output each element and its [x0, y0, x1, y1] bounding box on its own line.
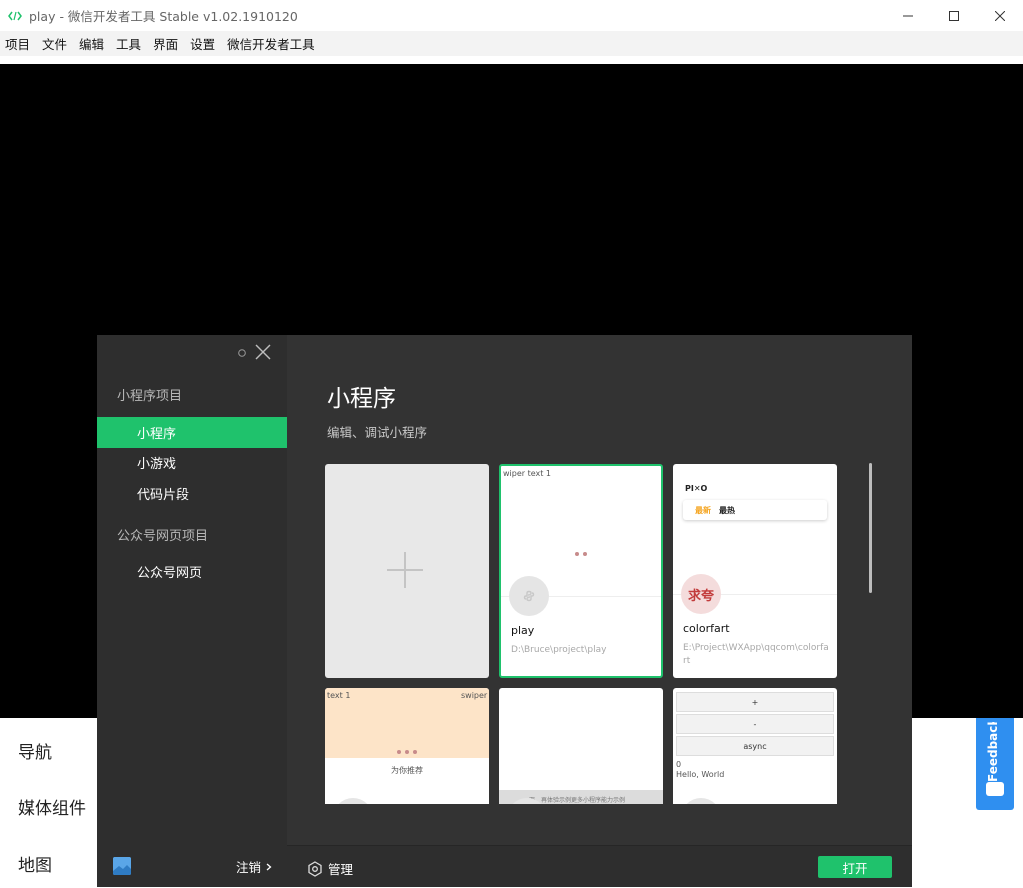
preview-button-label: - [753, 719, 757, 729]
chevron-right-icon [266, 863, 272, 870]
preview-button-label: async [743, 741, 767, 751]
menu-devtools[interactable]: 微信开发者工具 [226, 34, 316, 53]
sidebar-item-label: 公众号网页 [137, 566, 203, 581]
manage-label: 管理 [328, 862, 354, 877]
preview-logo: PI✕O [685, 484, 708, 493]
preview-minus-button: - [676, 714, 834, 734]
logout-button[interactable]: 注销 [236, 857, 274, 876]
sidebar-item-label: 小程序 [137, 427, 177, 442]
sim-item-navigation[interactable]: 导航 [18, 738, 52, 763]
dialog-main: 小程序 编辑、调试小程序 wiper text 1 play D:\Bruce\… [287, 335, 912, 887]
window-controls [885, 0, 1023, 31]
preview-hello: Hello, World [676, 770, 725, 779]
sidebar-item-minigame[interactable]: 小游戏 [97, 447, 287, 478]
plus-icon [387, 552, 423, 588]
close-icon[interactable] [255, 344, 271, 360]
project-grid: wiper text 1 play D:\Bruce\project\play … [325, 463, 845, 804]
miniprogram-logo-icon [509, 576, 549, 616]
avatar[interactable] [113, 857, 131, 875]
preview-button-label: + [751, 697, 759, 707]
preview-caption: 为你推荐 [391, 766, 423, 775]
preview-count: 0 [676, 760, 682, 769]
menu-file[interactable]: 文件 [41, 34, 68, 53]
sidebar-item-label: 小游戏 [137, 457, 177, 472]
close-window-button[interactable] [977, 0, 1023, 31]
feedback-label: Feedback [986, 722, 1000, 782]
maximize-icon [949, 10, 959, 21]
menu-view[interactable]: 界面 [152, 34, 179, 53]
dialog-sidebar: 小程序项目 小程序 小游戏 代码片段 公众号网页项目 公众号网页 注销 [97, 335, 287, 887]
title-bar: play - 微信开发者工具 Stable v1.02.1910120 [0, 0, 1023, 31]
maximize-button[interactable] [931, 0, 977, 31]
sim-item-media[interactable]: 媒体组件 [18, 794, 86, 819]
preview-tabs: 最新 最热 [683, 500, 827, 520]
project-avatar-icon [333, 798, 373, 804]
preview-text: swiper t [461, 691, 489, 700]
open-label: 打开 [842, 860, 868, 876]
project-path: E:\Project\WXApp\qqcom\colorfart [683, 643, 829, 666]
project-name: play [511, 624, 535, 637]
minimize-button[interactable] [885, 0, 931, 31]
menu-project[interactable]: 项目 [4, 34, 31, 53]
project-card-colorfart[interactable]: PI✕O 最新 最热 求夸 colorfart E:\Project\WXApp… [673, 464, 837, 678]
menu-bar: 项目 文件 编辑 工具 界面 设置 微信开发者工具 [0, 31, 1023, 56]
page-title: 小程序 [327, 386, 396, 412]
project-avatar: 求夸 [681, 574, 721, 614]
settings-icon[interactable] [237, 348, 247, 358]
new-project-card[interactable] [325, 464, 489, 678]
gear-icon [308, 860, 322, 877]
feedback-button[interactable]: Feedback [976, 718, 1014, 810]
menubar-gap [0, 56, 1023, 64]
preview-caption: 而、再体验示例更多小程序能力示例 [529, 797, 626, 804]
sidebar-item-miniprogram[interactable]: 小程序 [97, 417, 287, 448]
feedback-chat-icon [986, 782, 1004, 796]
open-button[interactable]: 打开 [818, 856, 892, 878]
preview-text: text 1 [327, 691, 351, 700]
menu-edit[interactable]: 编辑 [78, 34, 105, 53]
swiper-dots [575, 552, 587, 556]
sim-item-map[interactable]: 地图 [18, 851, 52, 876]
preview-async-button: async [676, 736, 834, 756]
sidebar-item-label: 代码片段 [137, 488, 190, 503]
project-card[interactable]: + - async 0 Hello, World [673, 688, 837, 804]
sidebar-item-official-account-web[interactable]: 公众号网页 [97, 556, 287, 587]
menu-tools[interactable]: 工具 [115, 34, 142, 53]
dialog-footer: 管理 打开 [287, 845, 912, 887]
project-card[interactable]: text 1 swiper t 为你推荐 [325, 688, 489, 804]
menu-settings[interactable]: 设置 [189, 34, 216, 53]
sidebar-item-code-snippet[interactable]: 代码片段 [97, 478, 287, 509]
window-title: play - 微信开发者工具 Stable v1.02.1910120 [29, 9, 298, 24]
page-subtitle: 编辑、调试小程序 [327, 425, 428, 440]
project-card[interactable]: 而、再体验示例更多小程序能力示例 [499, 688, 663, 804]
preview-tab-hot: 最热 [719, 506, 735, 515]
swiper-dots [397, 750, 417, 754]
section-miniprogram-projects: 小程序项目 [117, 389, 183, 404]
manage-button[interactable]: 管理 [307, 859, 353, 878]
logout-label: 注销 [236, 860, 262, 875]
close-icon [995, 10, 1005, 21]
project-avatar-icon [681, 798, 721, 804]
project-name: colorfart [683, 622, 730, 635]
minimize-icon [903, 15, 913, 16]
scrollbar[interactable] [869, 463, 872, 593]
project-dialog: 小程序项目 小程序 小游戏 代码片段 公众号网页项目 公众号网页 注销 小程序 … [97, 335, 912, 887]
preview-text: wiper text 1 [503, 469, 552, 478]
app-code-icon [7, 8, 23, 24]
project-card-play[interactable]: wiper text 1 play D:\Bruce\project\play [499, 464, 663, 678]
preview-tab-new: 最新 [695, 506, 711, 515]
section-official-account-projects: 公众号网页项目 [117, 529, 209, 544]
preview-plus-button: + [676, 692, 834, 712]
project-path: D:\Bruce\project\play [511, 645, 607, 655]
